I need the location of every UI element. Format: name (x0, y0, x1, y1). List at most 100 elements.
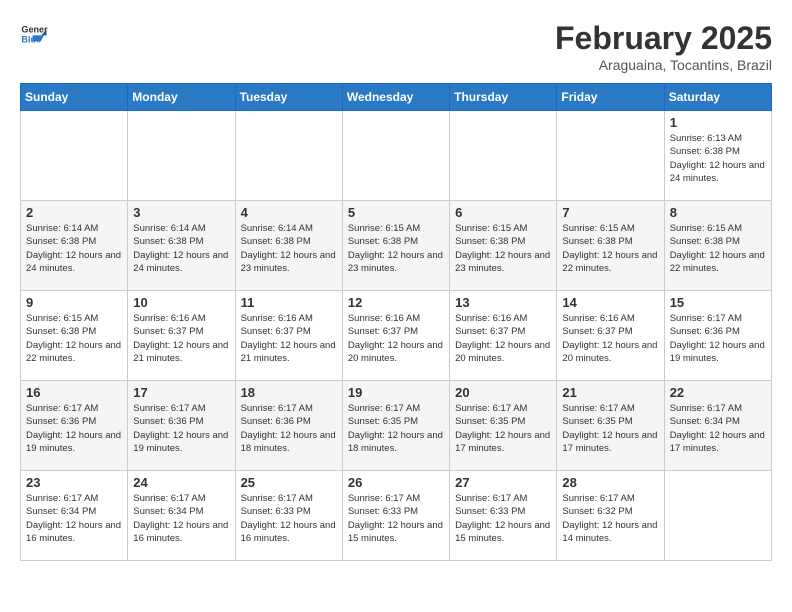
day-info: Sunrise: 6:14 AMSunset: 6:38 PMDaylight:… (241, 222, 337, 275)
day-info: Sunrise: 6:17 AMSunset: 6:36 PMDaylight:… (133, 402, 229, 455)
day-number: 18 (241, 385, 337, 400)
week-row-3: 9 Sunrise: 6:15 AMSunset: 6:38 PMDaylight… (21, 291, 772, 381)
day-info: Sunrise: 6:14 AMSunset: 6:38 PMDaylight:… (26, 222, 122, 275)
day-cell: 5Sunrise: 6:15 AMSunset: 6:38 PMDaylight… (342, 201, 449, 291)
day-info: Sunrise: 6:15 AMSunset: 6:38 PMDaylight:… (670, 222, 766, 275)
day-number: 19 (348, 385, 444, 400)
day-number: 24 (133, 475, 229, 490)
day-number: 12 (348, 295, 444, 310)
day-number: 17 (133, 385, 229, 400)
day-number: 3 (133, 205, 229, 220)
day-info: Sunrise: 6:15 AMSunset: 6:38 PMDaylight:… (562, 222, 658, 275)
weekday-header-row: SundayMondayTuesdayWednesdayThursdayFrid… (21, 84, 772, 111)
day-number: 14 (562, 295, 658, 310)
day-info: Sunrise: 6:16 AMSunset: 6:37 PMDaylight:… (133, 312, 229, 365)
day-cell: 6 Sunrise: 6:15 AMSunset: 6:38 PMDaylight… (450, 201, 557, 291)
day-number: 10 (133, 295, 229, 310)
day-cell: 18 Sunrise: 6:17 AMSunset: 6:36 PMDayligh… (235, 381, 342, 471)
day-number: 13 (455, 295, 551, 310)
day-info: Sunrise: 6:17 AMSunset: 6:36 PMDaylight:… (670, 312, 766, 365)
day-info: Sunrise: 6:17 AMSunset: 6:36 PMDaylight:… (241, 402, 337, 455)
day-number: 16 (26, 385, 122, 400)
day-cell: 1 Sunrise: 6:13 AMSunset: 6:38 PMDaylight… (664, 111, 771, 201)
calendar: SundayMondayTuesdayWednesdayThursdayFrid… (20, 83, 772, 561)
day-cell: 16 Sunrise: 6:17 AMSunset: 6:36 PMDayligh… (21, 381, 128, 471)
day-info: Sunrise: 6:17 AMSunset: 6:33 PMDaylight:… (241, 492, 337, 545)
day-info: Sunrise: 6:17 AMSunset: 6:35 PMDaylight:… (562, 402, 658, 455)
day-cell: 7Sunrise: 6:15 AMSunset: 6:38 PMDaylight… (557, 201, 664, 291)
day-number: 5 (348, 205, 444, 220)
weekday-header-friday: Friday (557, 84, 664, 111)
day-info: Sunrise: 6:15 AMSunset: 6:38 PMDaylight:… (455, 222, 551, 275)
day-cell: 25Sunrise: 6:17 AMSunset: 6:33 PMDayligh… (235, 471, 342, 561)
day-cell: 8 Sunrise: 6:15 AMSunset: 6:38 PMDaylight… (664, 201, 771, 291)
day-cell (557, 111, 664, 201)
day-number: 8 (670, 205, 766, 220)
day-cell: 23 Sunrise: 6:17 AMSunset: 6:34 PMDayligh… (21, 471, 128, 561)
day-cell: 19 Sunrise: 6:17 AMSunset: 6:35 PMDayligh… (342, 381, 449, 471)
day-info: Sunrise: 6:17 AMSunset: 6:34 PMDaylight:… (670, 402, 766, 455)
logo: General Blue (20, 20, 48, 48)
day-number: 4 (241, 205, 337, 220)
weekday-header-wednesday: Wednesday (342, 84, 449, 111)
day-info: Sunrise: 6:16 AMSunset: 6:37 PMDaylight:… (455, 312, 551, 365)
day-number: 20 (455, 385, 551, 400)
day-cell: 4 Sunrise: 6:14 AMSunset: 6:38 PMDaylight… (235, 201, 342, 291)
day-number: 27 (455, 475, 551, 490)
day-cell: 11Sunrise: 6:16 AMSunset: 6:37 PMDayligh… (235, 291, 342, 381)
day-cell: 15 Sunrise: 6:17 AMSunset: 6:36 PMDayligh… (664, 291, 771, 381)
day-number: 9 (26, 295, 122, 310)
week-row-5: 23 Sunrise: 6:17 AMSunset: 6:34 PMDayligh… (21, 471, 772, 561)
day-cell: 21Sunrise: 6:17 AMSunset: 6:35 PMDayligh… (557, 381, 664, 471)
day-cell (664, 471, 771, 561)
day-info: Sunrise: 6:17 AMSunset: 6:36 PMDaylight:… (26, 402, 122, 455)
day-cell: 2 Sunrise: 6:14 AMSunset: 6:38 PMDaylight… (21, 201, 128, 291)
weekday-header-saturday: Saturday (664, 84, 771, 111)
day-cell: 24 Sunrise: 6:17 AMSunset: 6:34 PMDayligh… (128, 471, 235, 561)
day-cell: 22 Sunrise: 6:17 AMSunset: 6:34 PMDayligh… (664, 381, 771, 471)
day-cell: 20 Sunrise: 6:17 AMSunset: 6:35 PMDayligh… (450, 381, 557, 471)
day-info: Sunrise: 6:17 AMSunset: 6:33 PMDaylight:… (348, 492, 444, 545)
day-cell (235, 111, 342, 201)
day-info: Sunrise: 6:17 AMSunset: 6:34 PMDaylight:… (133, 492, 229, 545)
weekday-header-tuesday: Tuesday (235, 84, 342, 111)
day-info: Sunrise: 6:17 AMSunset: 6:35 PMDaylight:… (455, 402, 551, 455)
day-cell (21, 111, 128, 201)
day-number: 28 (562, 475, 658, 490)
day-number: 2 (26, 205, 122, 220)
subtitle: Araguaina, Tocantins, Brazil (555, 57, 772, 73)
week-row-2: 2 Sunrise: 6:14 AMSunset: 6:38 PMDaylight… (21, 201, 772, 291)
day-info: Sunrise: 6:16 AMSunset: 6:37 PMDaylight:… (348, 312, 444, 365)
day-number: 11 (241, 295, 337, 310)
logo-icon: General Blue (20, 20, 48, 48)
day-cell: 12 Sunrise: 6:16 AMSunset: 6:37 PMDayligh… (342, 291, 449, 381)
day-cell (342, 111, 449, 201)
week-row-4: 16 Sunrise: 6:17 AMSunset: 6:36 PMDayligh… (21, 381, 772, 471)
svg-text:Blue: Blue (21, 34, 41, 44)
day-info: Sunrise: 6:14 AMSunset: 6:38 PMDaylight:… (133, 222, 229, 275)
day-info: Sunrise: 6:17 AMSunset: 6:35 PMDaylight:… (348, 402, 444, 455)
day-info: Sunrise: 6:17 AMSunset: 6:32 PMDaylight:… (562, 492, 658, 545)
day-number: 23 (26, 475, 122, 490)
day-number: 1 (670, 115, 766, 130)
month-title: February 2025 (555, 20, 772, 57)
day-info: Sunrise: 6:17 AMSunset: 6:34 PMDaylight:… (26, 492, 122, 545)
weekday-header-thursday: Thursday (450, 84, 557, 111)
day-info: Sunrise: 6:16 AMSunset: 6:37 PMDaylight:… (562, 312, 658, 365)
day-info: Sunrise: 6:15 AMSunset: 6:38 PMDaylight:… (26, 312, 122, 365)
day-info: Sunrise: 6:17 AMSunset: 6:33 PMDaylight:… (455, 492, 551, 545)
day-number: 26 (348, 475, 444, 490)
day-number: 6 (455, 205, 551, 220)
day-cell: 14 Sunrise: 6:16 AMSunset: 6:37 PMDayligh… (557, 291, 664, 381)
day-cell: 13 Sunrise: 6:16 AMSunset: 6:37 PMDayligh… (450, 291, 557, 381)
weekday-header-monday: Monday (128, 84, 235, 111)
header: General Blue February 2025 Araguaina, To… (20, 20, 772, 73)
day-cell: 9 Sunrise: 6:15 AMSunset: 6:38 PMDaylight… (21, 291, 128, 381)
day-info: Sunrise: 6:13 AMSunset: 6:38 PMDaylight:… (670, 132, 766, 185)
weekday-header-sunday: Sunday (21, 84, 128, 111)
day-number: 15 (670, 295, 766, 310)
day-cell: 26 Sunrise: 6:17 AMSunset: 6:33 PMDayligh… (342, 471, 449, 561)
day-number: 22 (670, 385, 766, 400)
day-cell: 28 Sunrise: 6:17 AMSunset: 6:32 PMDayligh… (557, 471, 664, 561)
day-cell: 3 Sunrise: 6:14 AMSunset: 6:38 PMDaylight… (128, 201, 235, 291)
